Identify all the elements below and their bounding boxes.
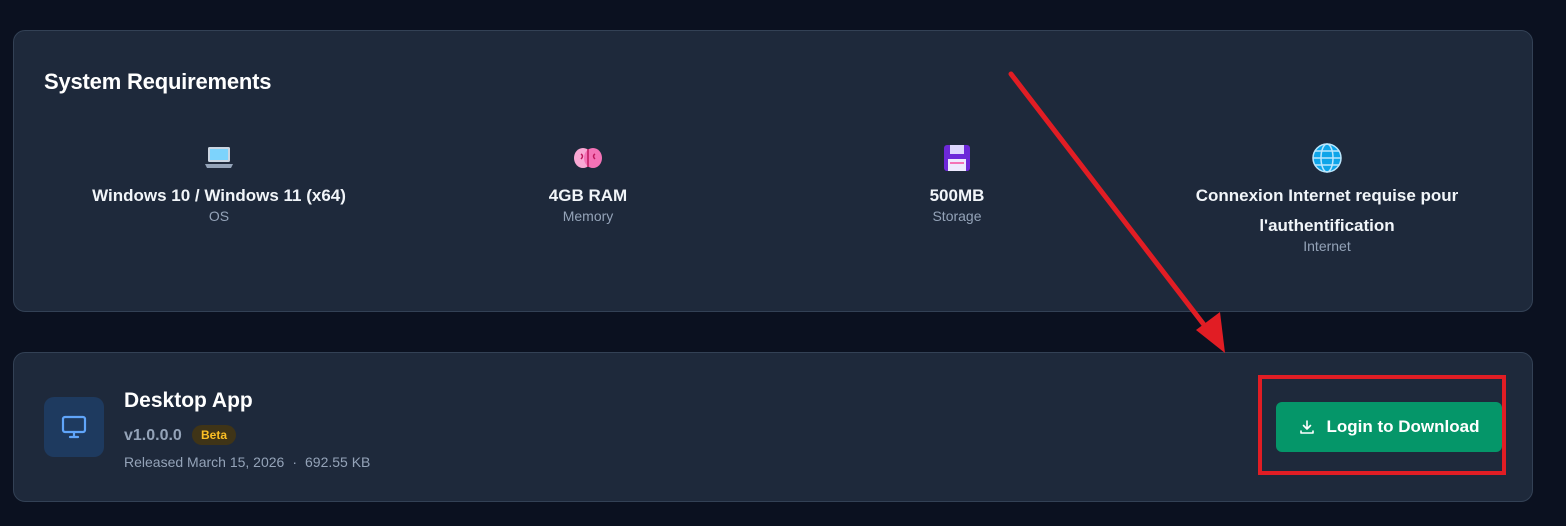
requirement-os: Windows 10 / Windows 11 (x64) OS <box>39 141 399 225</box>
file-size: 692.55 KB <box>305 454 371 470</box>
beta-badge: Beta <box>192 425 237 445</box>
requirement-memory: 4GB RAM Memory <box>408 141 768 225</box>
monitor-icon <box>61 415 87 439</box>
app-meta: Released March 15, 2026 · 692.55 KB <box>124 454 370 470</box>
requirement-label: Storage <box>932 208 982 224</box>
requirement-value: Connexion Internet requise pour l'authen… <box>1195 186 1459 235</box>
annotation-highlight-box <box>1258 375 1506 475</box>
globe-icon <box>1312 143 1342 173</box>
app-title: Desktop App <box>124 389 253 412</box>
meta-separator: · <box>292 454 297 470</box>
app-version: v1.0.0.0 <box>124 427 182 444</box>
requirement-label: Memory <box>562 208 614 224</box>
requirement-label: Internet <box>1303 238 1351 254</box>
release-date: Released March 15, 2026 <box>124 454 285 470</box>
requirement-storage: 500MB Storage <box>777 141 1137 225</box>
laptop-icon <box>205 147 233 168</box>
app-icon-container <box>44 397 104 457</box>
system-requirements-card: System Requirements Windows 10 / Windows… <box>13 30 1533 312</box>
floppy-disk-icon <box>944 145 970 171</box>
requirements-title: System Requirements <box>44 69 272 94</box>
requirement-internet: Connexion Internet requise pour l'authen… <box>1147 141 1507 255</box>
brain-icon <box>574 148 602 168</box>
